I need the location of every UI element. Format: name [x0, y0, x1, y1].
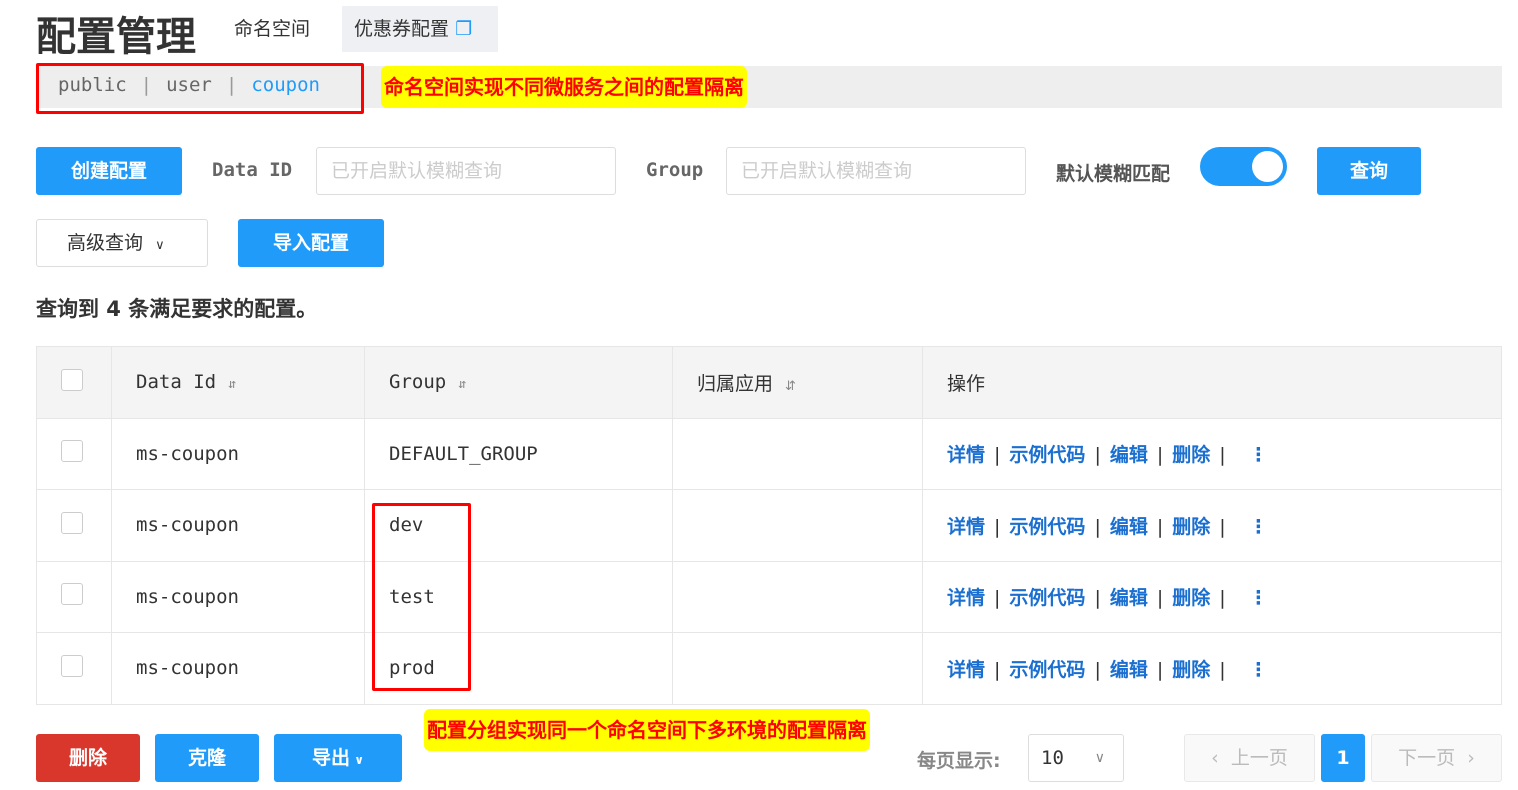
- cell-group: DEFAULT_GROUP: [364, 417, 673, 490]
- more-icon[interactable]: ⋮: [1249, 444, 1268, 466]
- action-1[interactable]: 示例代码: [1009, 587, 1085, 609]
- table-header: Data Id ⇵ Group ⇵ 归属应用 ⇵ 操作: [36, 346, 1502, 419]
- cell-data-id[interactable]: ms-coupon: [111, 560, 365, 633]
- highlight-box: [36, 63, 364, 114]
- export-button[interactable]: 导出 ∨: [274, 734, 402, 782]
- config-table: Data Id ⇵ Group ⇵ 归属应用 ⇵ 操作 ms-coupon DEFAU…: [36, 346, 1502, 705]
- data-id-label: Data ID: [212, 159, 293, 181]
- action-0[interactable]: 详情: [947, 659, 985, 681]
- clone-button[interactable]: 克隆: [155, 734, 259, 782]
- chevron-down-icon: ∨: [1094, 750, 1105, 766]
- data-id-input[interactable]: 已开启默认模糊查询: [316, 147, 616, 195]
- chevron-left-icon: ‹: [1211, 747, 1219, 769]
- row-checkbox[interactable]: [61, 511, 83, 534]
- header-actions: 操作: [922, 346, 1502, 419]
- row-checkbox[interactable]: [61, 654, 83, 677]
- table-row: ms-coupon prod 详情 | 示例代码 | 编辑 | 删除 | ⋮: [36, 632, 1502, 705]
- fuzzy-match-toggle[interactable]: [1200, 147, 1287, 186]
- chevron-right-icon: ›: [1467, 747, 1475, 769]
- next-page-button[interactable]: 下一页 ›: [1371, 734, 1502, 782]
- action-2[interactable]: 编辑: [1110, 659, 1148, 681]
- action-0[interactable]: 详情: [947, 444, 985, 466]
- group-input[interactable]: 已开启默认模糊查询: [726, 147, 1026, 195]
- select-all-checkbox[interactable]: [61, 368, 83, 391]
- chevron-down-icon: ∨: [155, 238, 165, 253]
- cell-actions: 详情 | 示例代码 | 编辑 | 删除 | ⋮: [922, 560, 1502, 633]
- action-3[interactable]: 删除: [1172, 444, 1210, 466]
- cell-data-id[interactable]: ms-coupon: [111, 632, 365, 705]
- page-size-select[interactable]: 10 ∨: [1028, 734, 1124, 782]
- header-app[interactable]: 归属应用 ⇵: [672, 346, 923, 419]
- page-size-label: 每页显示:: [917, 750, 1001, 772]
- tab-config[interactable]: 优惠券配置 ❐: [342, 6, 498, 52]
- tab-namespace[interactable]: 命名空间: [222, 6, 322, 52]
- table-row: ms-coupon dev 详情 | 示例代码 | 编辑 | 删除 | ⋮: [36, 489, 1502, 562]
- cell-data-id[interactable]: ms-coupon: [111, 489, 365, 562]
- action-3[interactable]: 删除: [1172, 659, 1210, 681]
- page-1-button[interactable]: 1: [1321, 734, 1365, 782]
- import-config-button[interactable]: 导入配置: [238, 219, 384, 267]
- cell-app: [672, 417, 923, 490]
- copy-icon[interactable]: ❐: [455, 18, 472, 40]
- cell-data-id[interactable]: ms-coupon: [111, 417, 365, 490]
- create-config-button[interactable]: 创建配置: [36, 147, 182, 195]
- row-checkbox[interactable]: [61, 583, 83, 606]
- action-2[interactable]: 编辑: [1110, 587, 1148, 609]
- cell-actions: 详情 | 示例代码 | 编辑 | 删除 | ⋮: [922, 489, 1502, 562]
- action-2[interactable]: 编辑: [1110, 516, 1148, 538]
- sort-icon: ⇵: [458, 377, 467, 393]
- group-label: Group: [646, 159, 704, 181]
- tab-config-label: 优惠券配置: [354, 18, 450, 40]
- action-1[interactable]: 示例代码: [1009, 444, 1085, 466]
- fuzzy-match-label: 默认模糊匹配: [1056, 163, 1171, 185]
- header-data-id[interactable]: Data Id ⇵: [111, 346, 365, 419]
- action-0[interactable]: 详情: [947, 516, 985, 538]
- header-group[interactable]: Group ⇵: [364, 346, 673, 419]
- group-highlight-box: [372, 503, 471, 691]
- action-3[interactable]: 删除: [1172, 516, 1210, 538]
- action-3[interactable]: 删除: [1172, 587, 1210, 609]
- namespace-annotation: 命名空间实现不同微服务之间的配置隔离: [381, 66, 747, 108]
- more-icon[interactable]: ⋮: [1249, 516, 1268, 538]
- sort-icon: ⇵: [228, 377, 236, 393]
- sort-icon: ⇵: [785, 378, 796, 394]
- more-icon[interactable]: ⋮: [1249, 659, 1268, 681]
- advanced-query-label: 高级查询: [67, 232, 144, 254]
- table-row: ms-coupon DEFAULT_GROUP 详情 | 示例代码 | 编辑 | 删除 | ⋮: [36, 417, 1502, 490]
- more-icon[interactable]: ⋮: [1249, 587, 1268, 609]
- cell-app: [672, 632, 923, 705]
- cell-app: [672, 560, 923, 633]
- action-2[interactable]: 编辑: [1110, 444, 1148, 466]
- prev-page-button[interactable]: ‹ 上一页: [1184, 734, 1315, 782]
- cell-actions: 详情 | 示例代码 | 编辑 | 删除 | ⋮: [922, 417, 1502, 490]
- cell-actions: 详情 | 示例代码 | 编辑 | 删除 | ⋮: [922, 632, 1502, 705]
- row-checkbox[interactable]: [61, 440, 83, 463]
- page-title: 配置管理: [36, 14, 196, 60]
- chevron-down-icon: ∨: [350, 753, 364, 767]
- query-button[interactable]: 查询: [1317, 147, 1421, 195]
- action-0[interactable]: 详情: [947, 587, 985, 609]
- delete-button[interactable]: 删除: [36, 734, 140, 782]
- advanced-query-dropdown[interactable]: 高级查询 ∨: [36, 219, 208, 267]
- table-row: ms-coupon test 详情 | 示例代码 | 编辑 | 删除 | ⋮: [36, 560, 1502, 633]
- cell-app: [672, 489, 923, 562]
- action-1[interactable]: 示例代码: [1009, 516, 1085, 538]
- group-annotation: 配置分组实现同一个命名空间下多环境的配置隔离: [424, 709, 870, 751]
- action-1[interactable]: 示例代码: [1009, 659, 1085, 681]
- result-count: 查询到 4 条满足要求的配置。: [36, 297, 318, 321]
